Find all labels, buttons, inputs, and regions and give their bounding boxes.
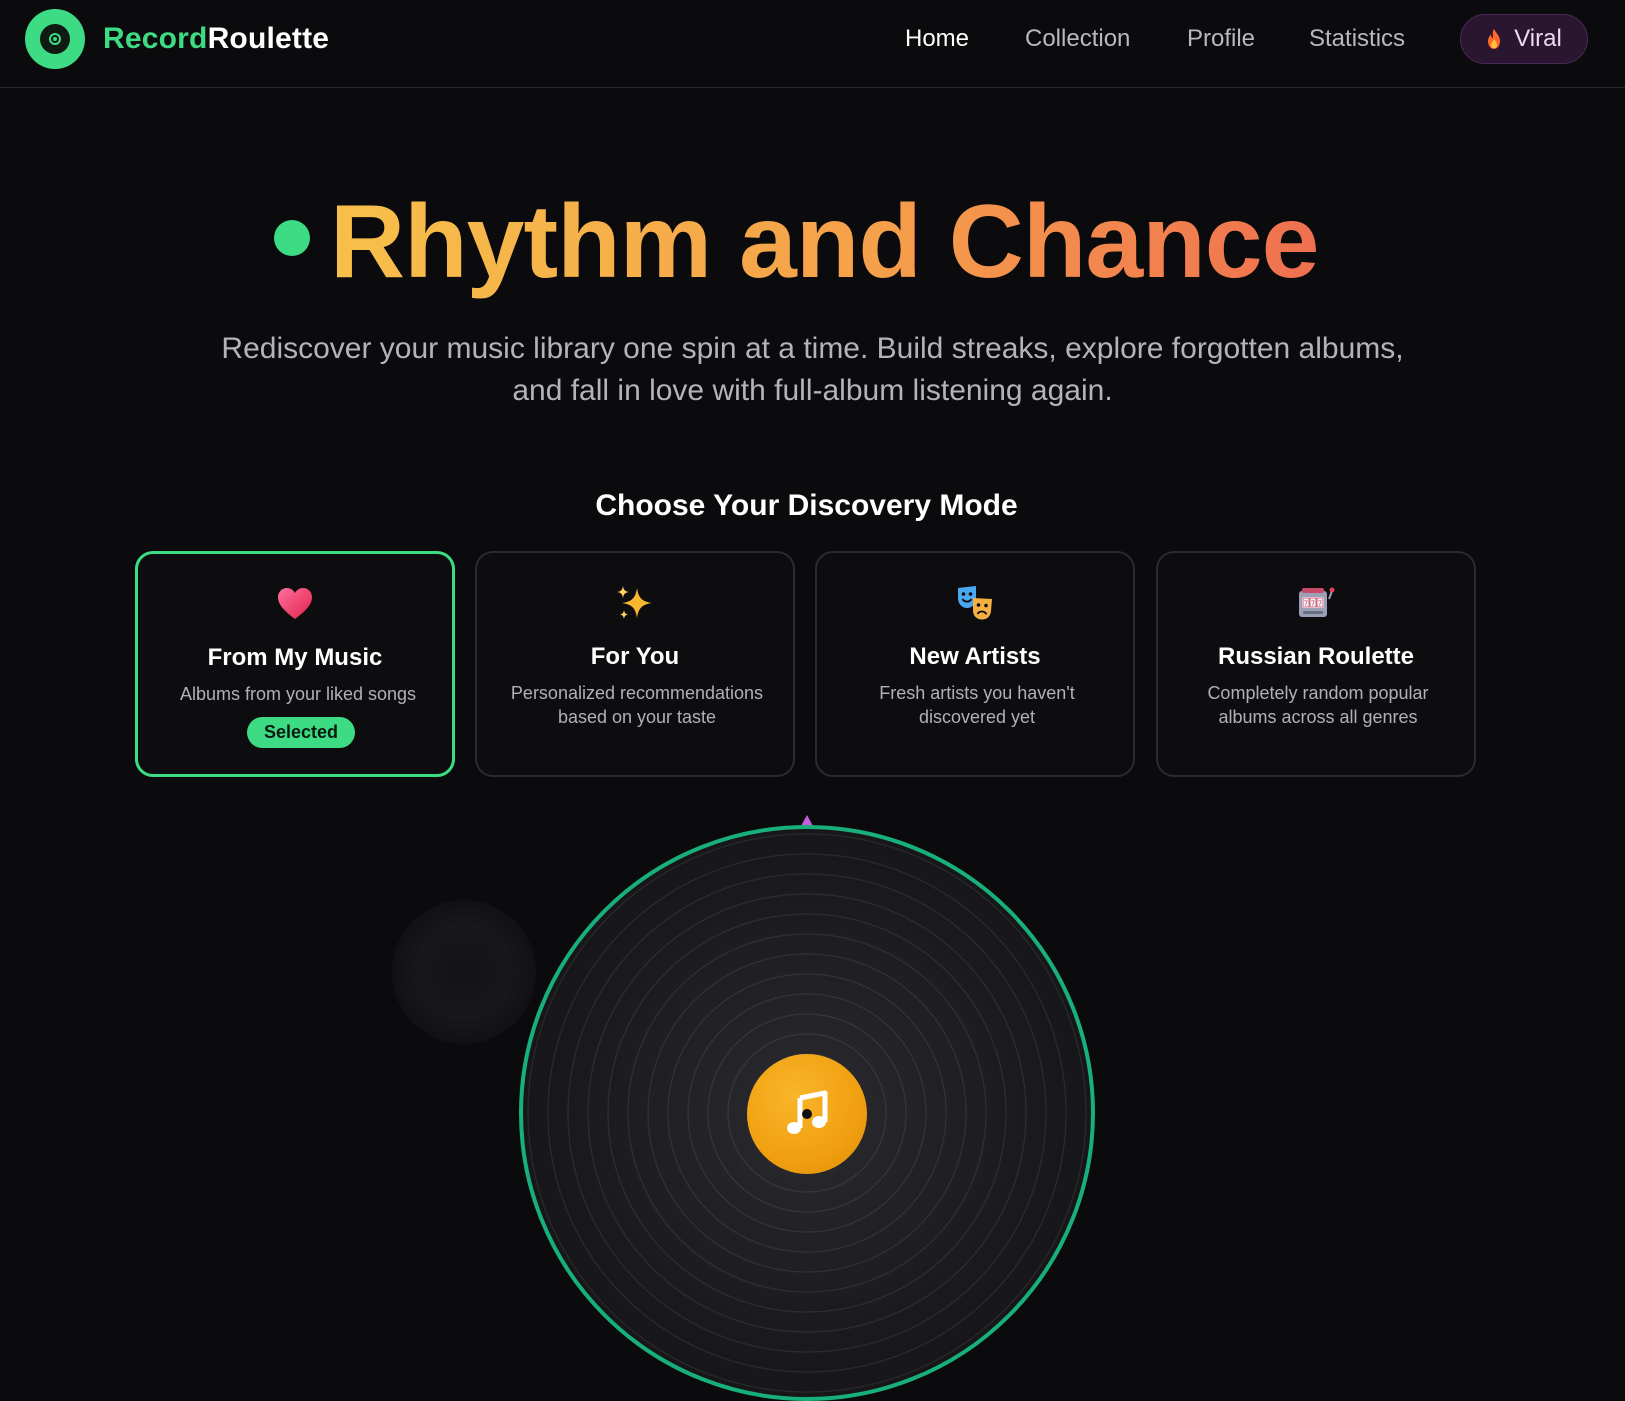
heart-icon (278, 588, 312, 619)
mode-card-title: New Artists (909, 643, 1041, 670)
selected-badge: Selected (247, 717, 355, 748)
theater-masks-icon (958, 586, 992, 620)
sparkles-icon (617, 586, 652, 619)
slot-machine-icon: 7 7 7 (1299, 587, 1335, 617)
hero-subtitle: Rediscover your music library one spin a… (221, 332, 1404, 407)
nav-statistics[interactable]: Statistics (1309, 22, 1405, 56)
brand-name-part2: Roulette (207, 22, 330, 55)
hero-title: Rhythm and Chance (330, 184, 1319, 300)
nav-home[interactable]: Home (905, 22, 969, 56)
svg-text:7: 7 (1311, 600, 1315, 608)
mode-card-russian-roulette[interactable]: 7 7 7 Russian Roulette Completely random… (1156, 551, 1476, 777)
logo-record-icon[interactable] (25, 9, 85, 69)
mode-card-description: Albums from your liked songs (179, 684, 417, 704)
top-navbar: RecordRoulette Home Collection Profile S… (0, 0, 1625, 88)
hero-bullet-dot (274, 220, 310, 256)
brand-name[interactable]: RecordRoulette (103, 20, 329, 58)
mode-card-title: For You (590, 643, 680, 670)
mode-card-from-my-music[interactable]: From My Music Albums from your liked son… (135, 551, 455, 777)
svg-text:7: 7 (1304, 600, 1308, 608)
mode-card-description: Personalized recommendations based on yo… (510, 683, 764, 727)
record-spindle (802, 1109, 812, 1119)
mode-card-title: Russian Roulette (1217, 643, 1415, 670)
mode-card-description: Fresh artists you haven't discovered yet (879, 683, 1075, 727)
viral-label: Viral (1514, 25, 1562, 52)
mode-card-for-you[interactable]: For You Personalized recommendations bas… (475, 551, 795, 777)
mode-card-new-artists[interactable]: New Artists Fresh artists you haven't di… (815, 551, 1135, 777)
nav-collection[interactable]: Collection (1025, 22, 1130, 56)
background-speaker-decoration (392, 900, 536, 1044)
brand-name-part1: Record (103, 22, 208, 55)
mode-card-description: Completely random popular albums across … (1207, 683, 1429, 727)
svg-text:7: 7 (1318, 600, 1322, 608)
mode-card-title: From My Music (207, 644, 383, 671)
fire-icon (1488, 29, 1501, 49)
discovery-mode-heading: Choose Your Discovery Mode (595, 489, 1018, 522)
viral-button[interactable]: Viral (1460, 14, 1588, 64)
nav-profile[interactable]: Profile (1187, 22, 1255, 56)
